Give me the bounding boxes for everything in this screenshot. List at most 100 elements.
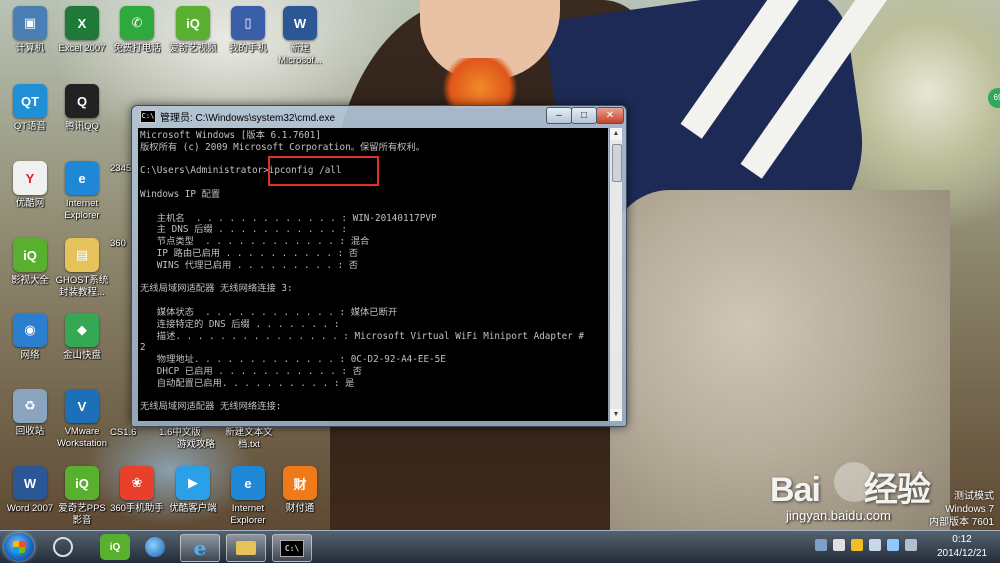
- scroll-down-icon[interactable]: ▼: [610, 409, 622, 421]
- desktop-icon-label: 爱奇艺视频: [169, 43, 217, 54]
- minimize-button[interactable]: –: [546, 107, 572, 124]
- taskbar-clock[interactable]: 0:12 2014/12/21: [930, 533, 994, 561]
- youku-client-icon: ▶: [176, 466, 210, 500]
- desktop-icon-label: 360手机助手: [110, 503, 164, 514]
- excel-icon: X: [65, 6, 99, 40]
- desktop-icon-iqiyi[interactable]: iQ 爱奇艺视频: [163, 6, 223, 55]
- desktop-icon-label: VMware: [64, 426, 100, 437]
- desktop-icon-ie[interactable]: e Internet Explorer: [218, 466, 278, 527]
- cmd-output-line: Microsoft Windows [版本 6.1.7601]: [140, 130, 321, 141]
- baidu-brand: Bai: [770, 471, 821, 509]
- cmd-output-line: 无线局域网适配器 无线网络连接 3:: [140, 283, 293, 295]
- desktop-icon-label: Excel 2007: [58, 43, 106, 54]
- cmd-output-line: 无线局域网适配器 无线网络连接:: [140, 401, 282, 413]
- desktop-icon-pps[interactable]: iQ 爱奇艺PPS 影音: [52, 466, 112, 527]
- desktop-icon-label: CS1.6: [110, 427, 137, 438]
- tray-network-icon[interactable]: [887, 539, 899, 551]
- cmd-scrollbar[interactable]: ▲ ▼: [609, 128, 622, 421]
- cmd-titlebar[interactable]: C:\ 管理员: C:\Windows\system32\cmd.exe – □…: [132, 106, 626, 126]
- pps-icon: iQ: [65, 466, 99, 500]
- cmd-output-line: 自动配置已启用. . . . . . . . . . : 是: [140, 377, 355, 389]
- taskbar-iqiyi-icon[interactable]: iQ: [100, 534, 130, 560]
- desktop-icon-ie[interactable]: e Internet Explorer: [52, 161, 112, 222]
- desktop-icon-label: 影视大全: [10, 275, 49, 286]
- taskbar-cmd-icon[interactable]: C:\: [272, 534, 312, 562]
- cmd-output-line: 描述. . . . . . . . . . . . . . . : Micros…: [140, 330, 584, 342]
- desktop-icon-txt[interactable]: 新建文本文 档.txt: [217, 424, 281, 451]
- cmd-icon: C:\: [140, 110, 156, 123]
- desktop-icon-label: Word 2007: [6, 503, 54, 514]
- qq-icon: Q: [65, 84, 99, 118]
- desktop-icon-mobile[interactable]: ▯ 我的手机: [218, 6, 278, 55]
- desktop-icon-label: Microsof...: [278, 55, 322, 66]
- scroll-up-icon[interactable]: ▲: [610, 128, 622, 140]
- baidu-watermark: Bai 经验: [770, 462, 931, 511]
- desktop-icon-phone[interactable]: ✆ 免费打电话: [107, 6, 167, 55]
- desktop-icon-label: QT语音: [13, 121, 47, 132]
- cmd-output-line: WINS 代理已启用 . . . . . . . . . : 否: [140, 259, 359, 271]
- cmd-title: 管理员: C:\Windows\system32\cmd.exe: [160, 113, 336, 124]
- desktop-icon-label: 金山快盘: [62, 350, 101, 361]
- cmd-output-line: 2: [140, 342, 146, 354]
- desktop-icon-360-assistant[interactable]: ❀ 360手机助手: [107, 466, 167, 515]
- video-icon: iQ: [13, 238, 47, 272]
- desktop-icon-kuaipan[interactable]: ◆ 金山快盘: [52, 313, 112, 362]
- word-icon: W: [13, 466, 47, 500]
- tray-volume-icon[interactable]: [905, 539, 917, 551]
- 360-assistant-icon: ❀: [120, 466, 154, 500]
- desktop-icon-label: 影音: [72, 515, 92, 526]
- mobile-icon: ▯: [231, 6, 265, 40]
- desktop-icon-label: 计算机: [15, 43, 45, 54]
- taskbar-explorer-icon[interactable]: [226, 534, 266, 562]
- close-button[interactable]: ✕: [596, 107, 624, 124]
- desktop-icon-label: 网络: [20, 350, 40, 361]
- desktop-icon-video[interactable]: iQ 影视大全: [0, 238, 60, 287]
- taskbar-globe-icon[interactable]: [136, 534, 174, 560]
- network-icon: ◉: [13, 313, 47, 347]
- ie-icon: e: [231, 466, 265, 500]
- wallpaper-leaf: [440, 58, 520, 108]
- test-mode-line1: 测试模式: [954, 491, 994, 502]
- taskbar-cmd-label: C:\: [279, 539, 305, 557]
- desktop-icon-word-doc[interactable]: W 新建 Microsof...: [270, 6, 330, 67]
- tray-security-icon[interactable]: [851, 539, 863, 551]
- maximize-button[interactable]: □: [571, 107, 597, 124]
- desktop-icon-youku-client[interactable]: ▶ 优酷客户端: [163, 466, 223, 515]
- desktop-icon-label: 新建文本文: [225, 427, 273, 438]
- clock-date: 2014/12/21: [936, 548, 988, 559]
- tray-arrow-icon[interactable]: [815, 539, 827, 551]
- desktop-icon-qq[interactable]: Q 腾讯QQ: [52, 84, 112, 133]
- desktop-icon-youku[interactable]: Y 优酷网: [0, 161, 60, 210]
- start-button[interactable]: [4, 533, 34, 561]
- windows-logo-icon: [13, 541, 25, 553]
- desktop-icon-word[interactable]: W Word 2007: [0, 466, 60, 515]
- desktop-icon-label: Internet: [231, 503, 265, 514]
- cmd-output-line: 主机名 . . . . . . . . . . . . . : WIN-2014…: [140, 212, 437, 224]
- desktop-icon-label: 封装教程...: [59, 287, 105, 298]
- vmware-icon: V: [65, 389, 99, 423]
- desktop-icon-label: 优酷客户端: [169, 503, 217, 514]
- desktop-icon-computer[interactable]: ▣ 计算机: [0, 6, 60, 55]
- tray-power-icon[interactable]: [869, 539, 881, 551]
- desktop-icon-recycle-bin[interactable]: ♻ 回收站: [0, 389, 60, 438]
- iqiyi-icon: iQ: [176, 6, 210, 40]
- desktop-icon-folder[interactable]: ▤ GHOST系统 封装教程...: [52, 238, 112, 299]
- word-doc-icon: W: [283, 6, 317, 40]
- cmd-window[interactable]: C:\ 管理员: C:\Windows\system32\cmd.exe – □…: [131, 105, 627, 427]
- desktop-icon-excel[interactable]: X Excel 2007: [52, 6, 112, 55]
- desktop-icon-label: GHOST系统: [55, 275, 109, 286]
- taskbar-media-icon[interactable]: [44, 534, 82, 560]
- desktop-icon-network[interactable]: ◉ 网络: [0, 313, 60, 362]
- cmd-output-line: 节点类型 . . . . . . . . . . . . : 混合: [140, 236, 370, 248]
- taskbar-ie-icon[interactable]: e: [180, 534, 220, 562]
- desktop-icon-tenpay[interactable]: 财财付通: [270, 466, 330, 515]
- desktop-icon-vmware[interactable]: V VMware Workstation: [52, 389, 112, 450]
- tray-keyboard-icon[interactable]: [833, 539, 845, 551]
- desktop-icon-label: Internet: [65, 198, 99, 209]
- desktop-icon-label: Explorer: [230, 515, 266, 526]
- desktop-icon-label: 爱奇艺PPS: [58, 503, 106, 514]
- scroll-thumb[interactable]: [612, 144, 622, 182]
- system-tray: [815, 539, 917, 555]
- desktop-icon-qt-voice[interactable]: QT QT语音: [0, 84, 60, 133]
- ie-icon: e: [65, 161, 99, 195]
